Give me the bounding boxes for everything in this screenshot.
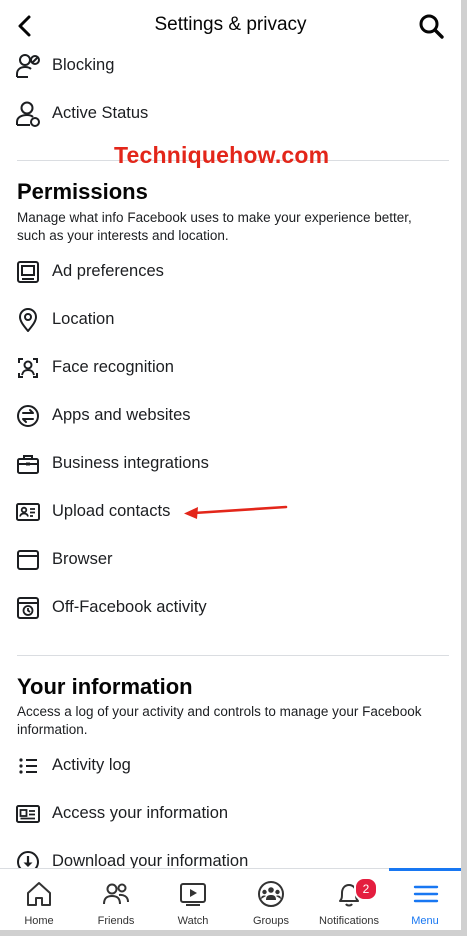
friends-icon (103, 883, 129, 905)
tab-label: Friends (97, 915, 135, 927)
blocking-icon (16, 54, 40, 78)
menu-item-activity-log[interactable]: Activity log (0, 746, 461, 786)
face-recognition-icon (18, 358, 38, 378)
menu-item-ad-preferences[interactable]: Ad preferences (0, 252, 461, 292)
off-facebook-activity-icon (17, 597, 39, 619)
section-title-permissions: Permissions (17, 179, 148, 204)
menu-item-label: Ad preferences (52, 262, 164, 280)
active-status-icon (16, 101, 40, 127)
groups-icon (258, 881, 284, 907)
menu-item-label: Upload contacts (52, 502, 171, 520)
page-title: Settings & privacy (154, 14, 307, 35)
tab-groups[interactable]: Groups (232, 869, 310, 930)
menu-item-label: Off-Facebook activity (52, 598, 207, 616)
ad-preferences-icon (17, 261, 39, 283)
search-icon (419, 14, 444, 39)
menu-item-label: Apps and websites (52, 406, 191, 424)
tab-label: Groups (252, 915, 290, 927)
menu-item-label: Access your information (52, 804, 229, 822)
menu-item-label: Activity log (52, 756, 131, 774)
divider (17, 655, 449, 656)
menu-item-active-status[interactable]: Active Status (0, 94, 461, 134)
notification-count-badge: 2 (354, 877, 378, 901)
contact-card-icon (16, 503, 40, 521)
briefcase-icon (17, 455, 39, 474)
menu-item-label: Face recognition (52, 358, 174, 376)
menu-item-apps-and-websites[interactable]: Apps and websites (0, 396, 461, 436)
list-icon (19, 758, 37, 774)
tab-label: Notifications (319, 915, 379, 927)
browser-window-icon (17, 550, 39, 570)
tab-home[interactable]: Home (0, 869, 78, 930)
menu-item-face-recognition[interactable]: Face recognition (0, 348, 461, 388)
home-icon (27, 882, 51, 906)
watermark: Techniquehow.com (114, 142, 330, 168)
tab-label: Watch (177, 915, 209, 927)
watch-icon (180, 883, 206, 906)
apps-websites-icon (17, 405, 39, 427)
location-pin-icon (19, 308, 37, 332)
menu-item-label: Active Status (52, 104, 149, 122)
section-description-permissions: Manage what info Facebook uses to make y… (17, 210, 412, 243)
settings-privacy-screen: Settings & privacy Blocking Active Statu… (0, 0, 467, 936)
hamburger-menu-icon (413, 885, 439, 903)
annotation-arrow-icon (184, 505, 288, 519)
tab-menu[interactable]: Menu (389, 868, 461, 930)
id-card-icon (16, 805, 40, 823)
menu-item-label: Business integrations (52, 454, 209, 472)
menu-item-off-facebook-activity[interactable]: Off-Facebook activity (0, 588, 461, 628)
menu-item-label: Blocking (52, 56, 115, 74)
active-tab-indicator (389, 868, 461, 871)
section-title-your-information: Your information (17, 674, 193, 699)
section-description-your-information: Access a log of your activity and contro… (17, 704, 422, 737)
tab-friends[interactable]: Friends (77, 869, 155, 930)
tab-label: Menu (411, 915, 439, 927)
search-button[interactable] (417, 12, 445, 40)
menu-item-label: Location (52, 310, 115, 328)
menu-item-label: Browser (52, 550, 113, 568)
bottom-tab-bar: Home Friends Watch Groups 2 Notification… (0, 868, 461, 930)
tab-label: Home (24, 915, 54, 927)
menu-item-blocking[interactable]: Blocking (0, 46, 461, 86)
header: Settings & privacy (0, 0, 461, 52)
menu-item-location[interactable]: Location (0, 300, 461, 340)
menu-item-business-integrations[interactable]: Business integrations (0, 444, 461, 484)
tab-notifications[interactable]: 2 Notifications (309, 869, 389, 930)
menu-item-browser[interactable]: Browser (0, 540, 461, 580)
menu-item-access-your-information[interactable]: Access your information (0, 794, 461, 834)
tab-watch[interactable]: Watch (154, 869, 232, 930)
